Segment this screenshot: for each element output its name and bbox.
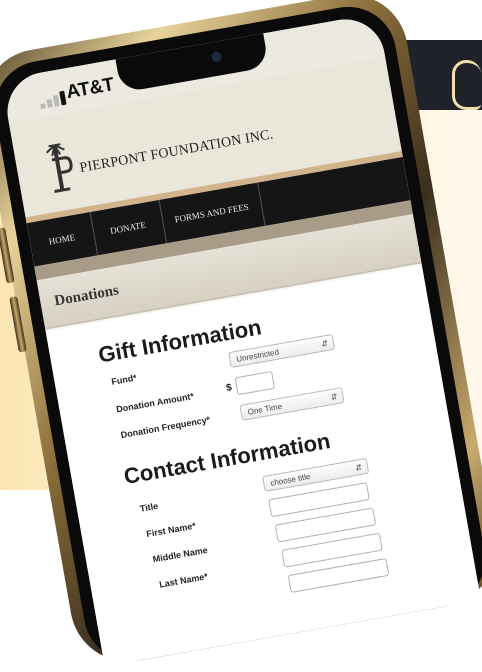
title-select-value: choose title xyxy=(269,471,312,488)
page-title: Donations xyxy=(53,282,121,310)
fund-label: Fund* xyxy=(110,372,138,387)
donation-form: Gift Information Fund* Unrestricted ⇵ Do… xyxy=(45,265,481,667)
first-name-label: First Name* xyxy=(145,520,197,540)
select-arrows-icon: ⇵ xyxy=(354,462,363,473)
middle-name-label: Middle Name xyxy=(152,544,209,565)
carrier-label: AT&T xyxy=(64,74,116,104)
donation-frequency-value: One Time xyxy=(246,401,283,417)
donation-amount-label: Donation Amount* xyxy=(115,390,195,415)
donation-amount-input[interactable] xyxy=(234,370,276,396)
title-label: Title xyxy=(139,500,159,514)
currency-symbol: $ xyxy=(225,382,233,395)
last-name-label: Last Name* xyxy=(158,571,209,590)
decorative-scribble-icon xyxy=(452,60,481,110)
select-arrows-icon: ⇵ xyxy=(320,338,329,349)
select-arrows-icon: ⇵ xyxy=(329,392,339,403)
phone-device: AT&T PIERPONT FOUNDATION INC. HOME DONAT… xyxy=(0,0,482,671)
fund-select-value: Unrestricted xyxy=(235,347,280,364)
organization-name[interactable]: PIERPONT FOUNDATION INC. xyxy=(79,127,275,177)
donation-frequency-label: Donation Frequency* xyxy=(119,414,211,441)
pierpont-logo-icon[interactable] xyxy=(37,138,80,199)
